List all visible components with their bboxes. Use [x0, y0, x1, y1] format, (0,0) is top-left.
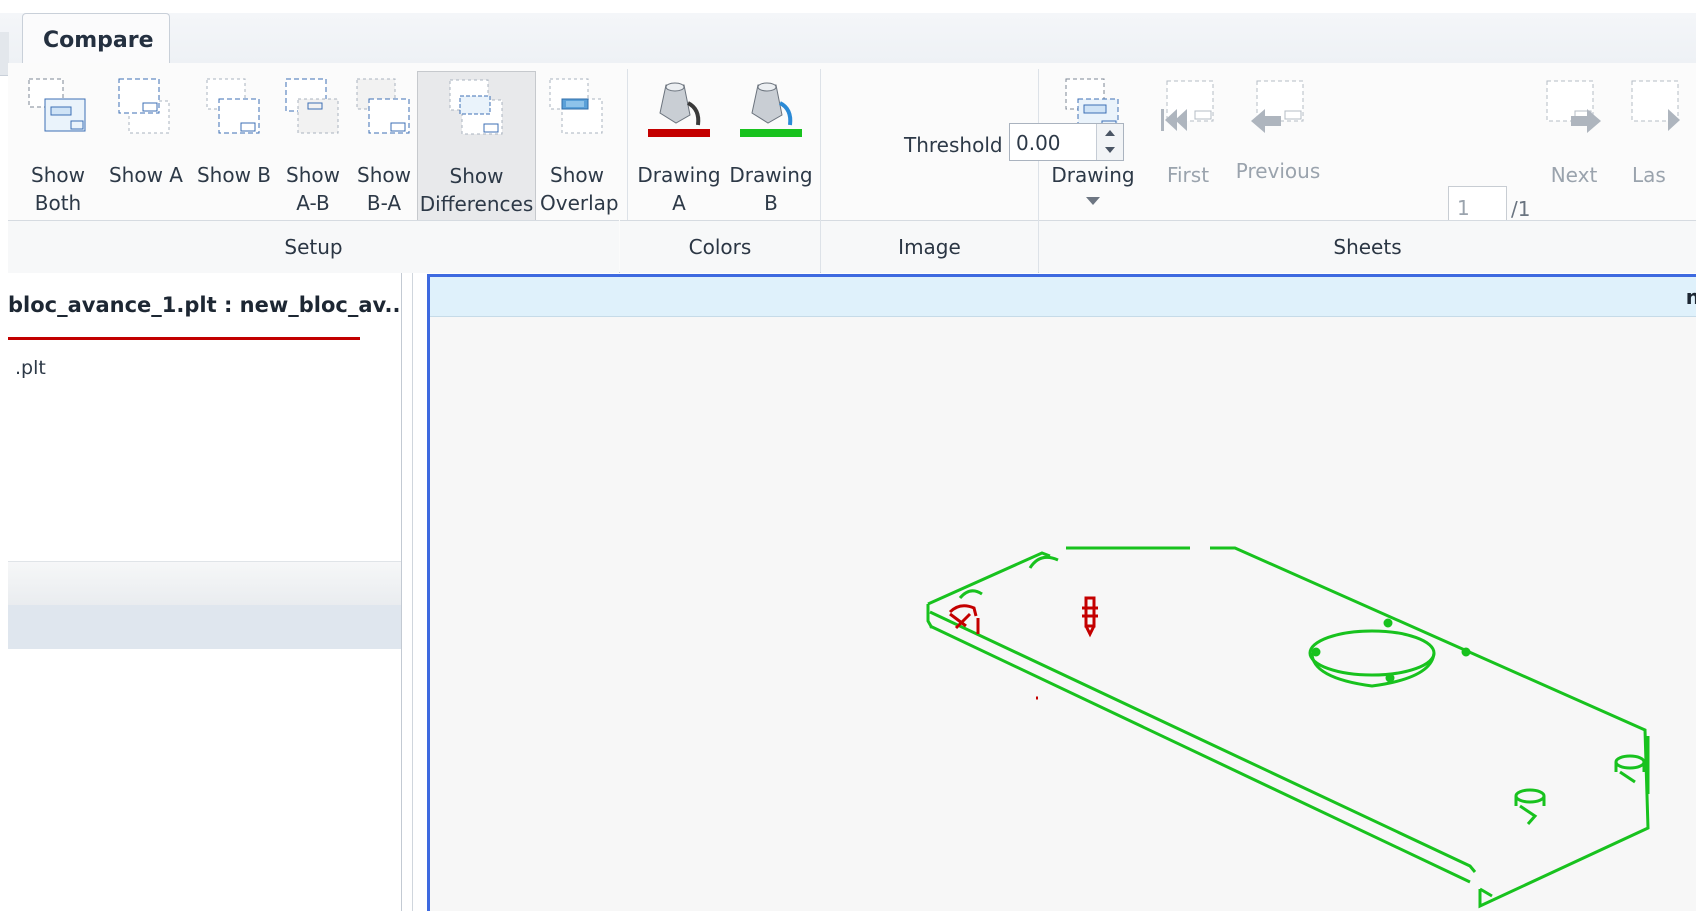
group-label-setup: Setup: [8, 220, 619, 273]
drawing-b-color-button[interactable]: Drawing B: [726, 71, 816, 221]
previous-arrow-icon: [1247, 77, 1309, 141]
ribbon: Show Both Show A Show B Show A-B Show B-…: [8, 63, 1696, 273]
show-a-b-icon: [282, 77, 344, 141]
spin-down-icon[interactable]: [1097, 142, 1123, 160]
show-overlap-button[interactable]: Show Overlap: [540, 71, 619, 221]
show-a-b-label: Show A-B: [286, 163, 340, 215]
drawing-a-label: Drawing A: [637, 163, 721, 215]
show-both-label: Show Both: [31, 163, 85, 215]
paint-bucket-a-icon: [644, 77, 714, 143]
show-overlap-icon: [546, 77, 608, 141]
show-b-a-icon: [353, 77, 415, 141]
show-a-icon: [115, 77, 177, 141]
next-sheet-label: Next: [1550, 163, 1598, 187]
canvas-header-text: n: [1685, 285, 1696, 309]
next-sheet-button[interactable]: Next: [1534, 71, 1614, 221]
drawing-b-label: Drawing B: [729, 163, 813, 215]
drawing-a-color-button[interactable]: Drawing A: [636, 71, 722, 221]
show-a-label: Show A: [108, 163, 183, 187]
comparison-title[interactable]: bloc_avance_1.plt : new_bloc_av...: [8, 293, 408, 317]
show-b-icon: [203, 77, 265, 141]
panel-section-header: [8, 561, 401, 606]
threshold-label: Threshold: [904, 133, 1003, 157]
paint-bucket-b-icon: [736, 77, 806, 143]
show-differences-label: Show Differences: [419, 164, 534, 216]
drawing-a-indicator: [8, 337, 360, 340]
threshold-spinner[interactable]: [1096, 124, 1123, 160]
page-total: /1: [1511, 197, 1531, 221]
show-both-icon: [27, 77, 89, 141]
last-sheet-button[interactable]: Las: [1620, 71, 1696, 221]
page-number-input[interactable]: [1457, 196, 1497, 220]
next-arrow-icon: [1543, 77, 1605, 141]
drawing-canvas[interactable]: n: [427, 274, 1696, 911]
group-label-image: Image: [821, 220, 1038, 273]
group-label-sheets: Sheets: [1039, 220, 1696, 273]
title-strip: [0, 0, 1696, 13]
panel-selected-row[interactable]: [8, 605, 401, 649]
show-differences-icon: [446, 78, 508, 142]
show-both-button[interactable]: Show Both: [22, 71, 94, 221]
previous-sheet-button[interactable]: Previous: [1230, 71, 1326, 221]
drawing-dropdown-label: Drawing: [1051, 163, 1135, 187]
last-arrow-icon: [1628, 77, 1690, 141]
tab-compare[interactable]: Compare: [22, 13, 170, 63]
comparison-list-panel: bloc_avance_1.plt : new_bloc_av... .plt: [8, 273, 408, 911]
show-a-button[interactable]: Show A: [106, 71, 186, 221]
cad-drawing: [926, 546, 1650, 909]
ribbon-tab-bar: Compare: [0, 13, 1696, 76]
splitter-divider: [412, 273, 413, 911]
first-arrow-icon: [1157, 77, 1219, 141]
show-b-button[interactable]: Show B: [194, 71, 274, 221]
chevron-down-icon: [1086, 197, 1100, 205]
canvas-header: n: [430, 277, 1696, 317]
show-overlap-label: Show Overlap: [540, 163, 619, 215]
show-differences-button[interactable]: Show Differences: [417, 71, 536, 221]
threshold-input[interactable]: [1016, 131, 1094, 155]
show-b-a-label: Show B-A: [357, 163, 411, 215]
previous-sheet-label: Previous: [1235, 159, 1321, 183]
spin-up-icon[interactable]: [1097, 124, 1123, 142]
first-sheet-label: First: [1166, 163, 1210, 187]
panel-splitter[interactable]: [402, 273, 424, 911]
group-label-colors: Colors: [620, 220, 820, 273]
show-b-a-button[interactable]: Show B-A: [350, 71, 418, 221]
first-sheet-button[interactable]: First: [1148, 71, 1228, 221]
tab-compare-label: Compare: [43, 28, 154, 53]
show-a-b-button[interactable]: Show A-B: [280, 71, 346, 221]
last-sheet-label: Las: [1632, 163, 1666, 187]
show-b-label: Show B: [196, 163, 272, 187]
file-list-item[interactable]: .plt: [15, 357, 46, 379]
threshold-field[interactable]: [1009, 123, 1124, 161]
